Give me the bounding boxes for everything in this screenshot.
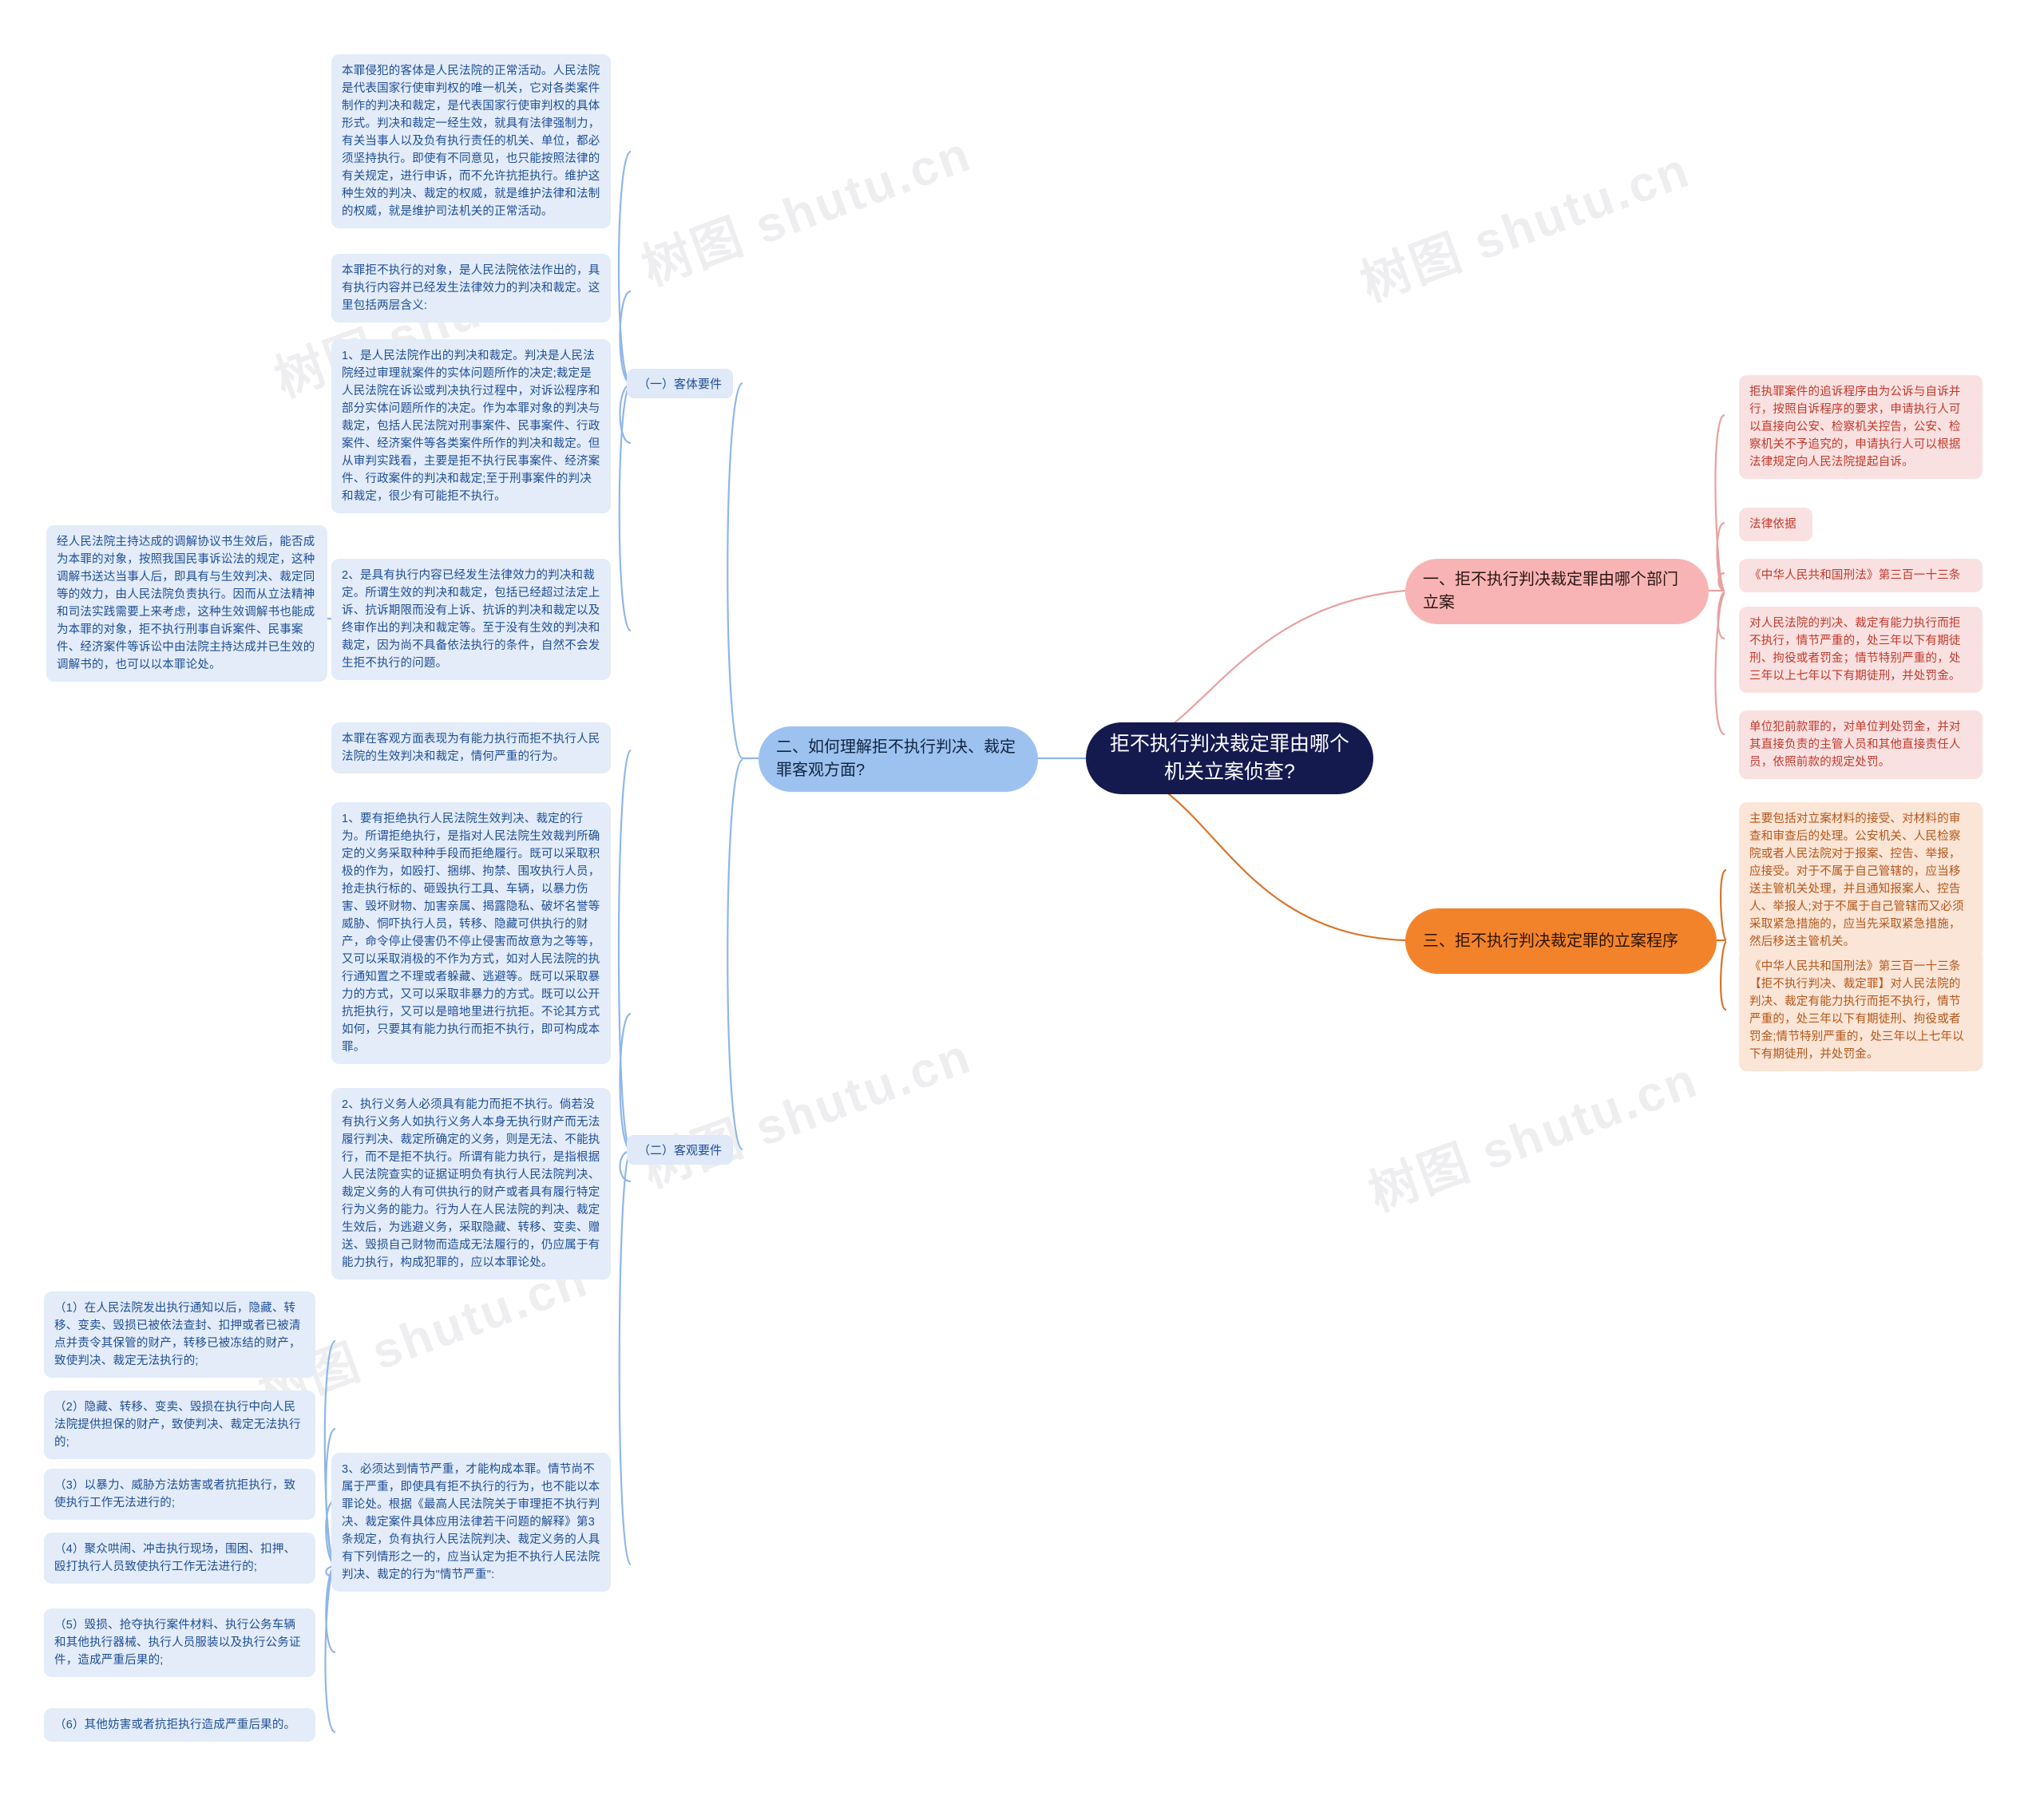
branch-one-node-1[interactable]: 拒执罪案件的追诉程序由为公诉与自诉并行，按照自诉程序的要求，申请执行人可以直接向… — [1739, 375, 1983, 480]
branch-one-node-legal-basis[interactable]: 法律依据 — [1739, 508, 1812, 542]
watermark: 树图 shutu.cn — [1361, 1052, 1705, 1222]
center-node[interactable]: 拒不执行判决裁定罪由哪个机关立案侦查? — [1086, 722, 1373, 794]
subject-node-2[interactable]: 本罪拒不执行的对象，是人民法院依法作出的，具有执行内容并已经发生法律效力的判决和… — [331, 254, 611, 323]
branch-three-label: 三、拒不执行判决裁定罪的立案程序 — [1423, 932, 1678, 950]
mediation-agreement-node[interactable]: 经人民法院主持达成的调解协议书生效后，能否成为本罪的对象，按照我国民事诉讼法的规… — [46, 525, 327, 682]
severe-item-3[interactable]: （3）以暴力、威胁方法妨害或者抗拒执行，致使执行工作无法进行的; — [44, 1469, 315, 1521]
watermark: 树图 shutu.cn — [1353, 142, 1697, 312]
branch-two-pill[interactable]: 二、如何理解拒不执行判决、裁定罪客观方面? — [759, 726, 1038, 792]
watermark: 树图 shutu.cn — [635, 126, 979, 296]
label-objective-aspect[interactable]: （二）客观要件 — [627, 1135, 734, 1165]
subject-node-3[interactable]: 1、是人民法院作出的判决和裁定。判决是人民法院经过审理就案件的实体问题所作的决定… — [331, 339, 611, 514]
aspect-node-1[interactable]: 本罪在客观方面表现为有能力执行而拒不执行人民法院的生效判决和裁定，情何严重的行为… — [331, 722, 611, 774]
subject-node-1[interactable]: 本罪侵犯的客体是人民法院的正常活动。人民法院是代表国家行使审判权的唯一机关，它对… — [331, 54, 611, 229]
severe-item-6[interactable]: （6）其他妨害或者抗拒执行造成严重后果的。 — [44, 1708, 315, 1743]
watermark: 树图 shutu.cn — [635, 1028, 979, 1198]
severe-item-4[interactable]: （4）聚众哄闹、冲击执行现场，围困、扣押、殴打执行人员致使执行工作无法进行的; — [44, 1533, 315, 1584]
branch-one-node-penalty[interactable]: 对人民法院的判决、裁定有能力执行而拒不执行，情节严重的，处三年以下有期徒刑、拘役… — [1739, 607, 1983, 694]
branch-one-pill[interactable]: 一、拒不执行判决裁定罪由哪个部门立案 — [1405, 559, 1709, 624]
severe-item-5[interactable]: （5）毁损、抢夺执行案件材料、执行公务车辆和其他执行器械、执行人员服装以及执行公… — [44, 1608, 315, 1678]
branch-three-node-1[interactable]: 主要包括对立案材料的接受、对材料的审查和审查后的处理。公安机关、人民检察院或者人… — [1739, 802, 1983, 959]
branch-one-label: 一、拒不执行判决裁定罪由哪个部门立案 — [1423, 571, 1678, 611]
center-node-title: 拒不执行判决裁定罪由哪个机关立案侦查? — [1109, 732, 1349, 784]
branch-three-node-2[interactable]: 《中华人民共和国刑法》第三百一十三条【拒不执行判决、裁定罪】对人民法院的判决、裁… — [1739, 950, 1983, 1072]
severe-item-2[interactable]: （2）隐藏、转移、变卖、毁损在执行中向人民法院提供担保的财产，致使判决、裁定无法… — [44, 1391, 315, 1460]
aspect-node-4[interactable]: 3、必须达到情节严重，才能构成本罪。情节尚不属于严重，即使具有拒不执行的行为，也… — [331, 1453, 611, 1592]
aspect-node-3[interactable]: 2、执行义务人必须具有能力而拒不执行。倘若没有执行义务人如执行义务人本身无执行财… — [331, 1088, 611, 1280]
subject-node-4[interactable]: 2、是具有执行内容已经发生法律效力的判决和裁定。所谓生效的判决和裁定，包括已经超… — [331, 559, 611, 681]
branch-two-label: 二、如何理解拒不执行判决、裁定罪客观方面? — [776, 738, 1016, 779]
branch-one-node-article[interactable]: 《中华人民共和国刑法》第三百一十三条 — [1739, 559, 1983, 593]
aspect-node-2[interactable]: 1、要有拒绝执行人民法院生效判决、裁定的行为。所谓拒绝执行，是指对人民法院生效裁… — [331, 802, 611, 1065]
label-objective-subject[interactable]: （一）客体要件 — [627, 369, 734, 398]
branch-one-node-unit-crime[interactable]: 单位犯前款罪的，对单位判处罚金，并对其直接负责的主管人员和其他直接责任人员，依照… — [1739, 710, 1983, 780]
branch-three-pill[interactable]: 三、拒不执行判决裁定罪的立案程序 — [1405, 908, 1717, 974]
severe-item-1[interactable]: （1）在人民法院发出执行通知以后，隐藏、转移、变卖、毁损已被依法查封、扣押或者已… — [44, 1292, 315, 1379]
connector-lines — [323, 150, 1728, 1734]
mindmap-canvas: 树图 shutu.cn 树图 shutu.cn 树图 shutu.cn 树图 s… — [0, 0, 2044, 1796]
